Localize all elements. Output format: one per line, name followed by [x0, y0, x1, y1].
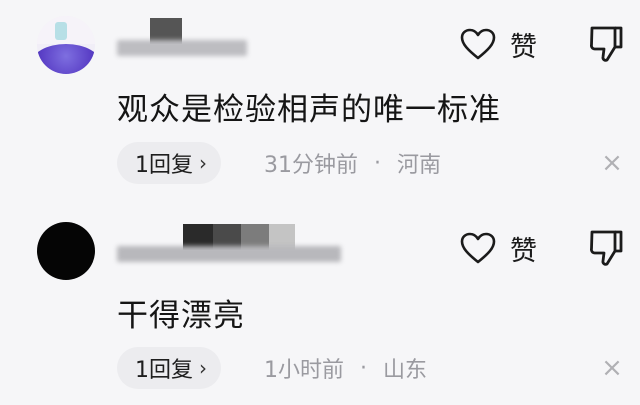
reply-label: 1回复	[135, 358, 193, 383]
thumbs-down-icon[interactable]	[588, 228, 624, 268]
avatar[interactable]	[37, 222, 95, 280]
timestamp: 1小时前	[264, 358, 344, 383]
close-icon[interactable]: ×	[600, 355, 624, 381]
comment-meta: 31分钟前 · 河南	[264, 142, 441, 184]
reply-button[interactable]: 1回复 ›	[117, 347, 221, 389]
close-icon[interactable]: ×	[600, 150, 624, 176]
like-label: 赞	[510, 31, 537, 63]
reply-label: 1回复	[135, 153, 193, 178]
comment-meta: 1小时前 · 山东	[264, 347, 427, 389]
like-button[interactable]: 赞	[460, 228, 537, 268]
comment-text: 观众是检验相声的唯一标准	[117, 92, 501, 128]
chevron-right-icon: ›	[199, 151, 207, 175]
heart-outline-icon	[460, 28, 496, 60]
comment-list: 赞 观众是检验相声的唯一标准 1回复 › 31分钟前 · 河南 × 赞 干得漂亮…	[0, 0, 640, 405]
location: 河南	[397, 153, 442, 178]
meta-separator: ·	[374, 150, 381, 176]
comment-text: 干得漂亮	[117, 298, 245, 334]
timestamp: 31分钟前	[264, 153, 358, 178]
like-label: 赞	[510, 235, 537, 267]
chevron-right-icon: ›	[199, 356, 207, 380]
thumbs-down-icon[interactable]	[588, 24, 624, 64]
meta-separator: ·	[360, 355, 367, 381]
like-button[interactable]: 赞	[460, 24, 537, 64]
heart-outline-icon	[460, 232, 496, 264]
location: 山东	[383, 358, 428, 383]
avatar[interactable]	[37, 16, 95, 74]
reply-button[interactable]: 1回复 ›	[117, 142, 221, 184]
